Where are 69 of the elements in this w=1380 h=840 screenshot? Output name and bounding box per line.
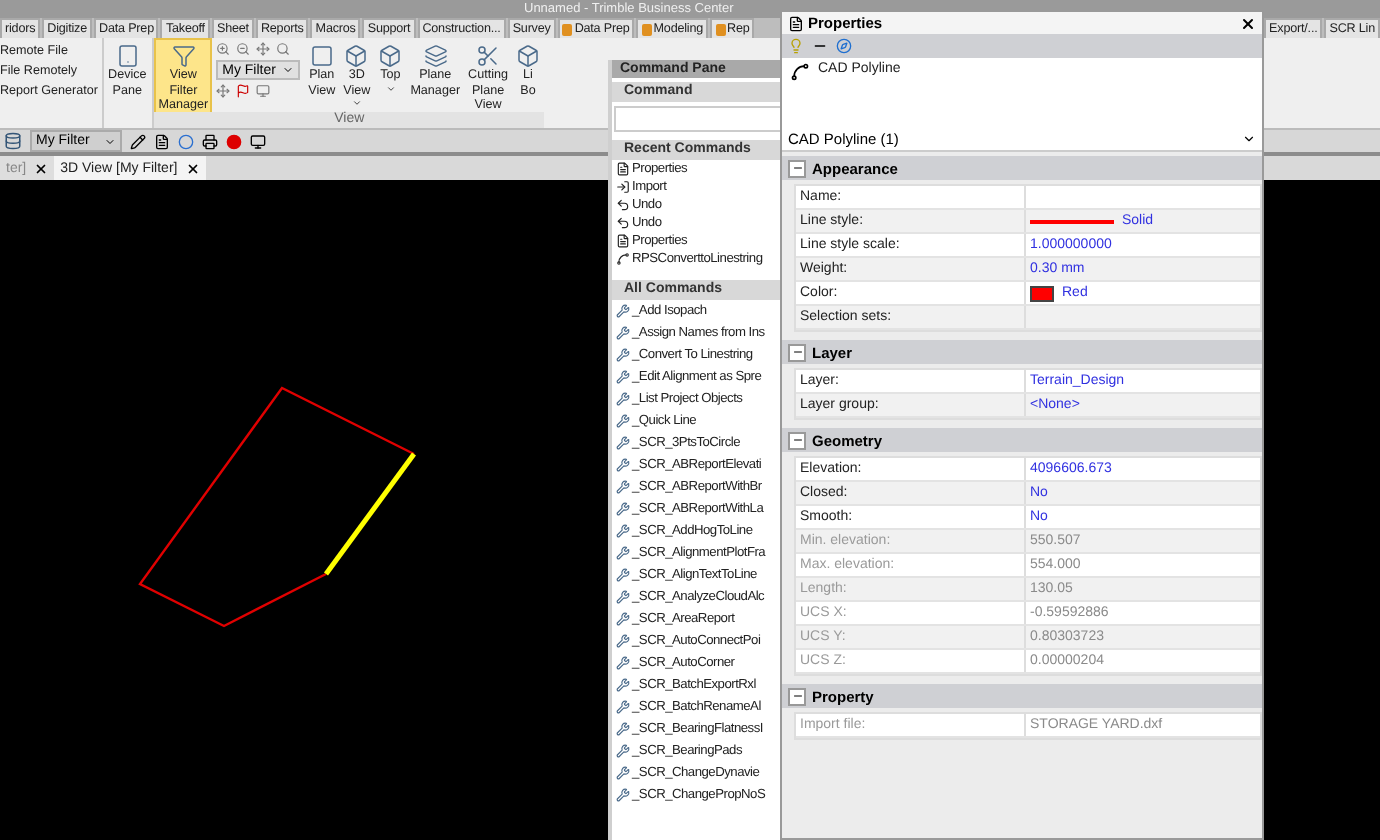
wrench-icon	[616, 568, 630, 582]
circle-icon[interactable]	[178, 133, 194, 149]
document-icon	[616, 162, 630, 176]
monitor-icon[interactable]	[250, 133, 266, 149]
compass-icon[interactable]	[836, 38, 852, 54]
wrench-icon	[616, 612, 630, 626]
document-icon	[788, 15, 804, 31]
wrench-icon	[616, 326, 630, 340]
pan-icon[interactable]	[256, 42, 271, 56]
wrench-icon	[616, 546, 630, 560]
caret-icon	[1242, 131, 1256, 145]
wrench-icon	[616, 678, 630, 692]
wrench-icon	[616, 590, 630, 604]
zoom-in-icon[interactable]	[216, 42, 231, 56]
wrench-icon	[616, 480, 630, 494]
wrench-icon	[616, 634, 630, 648]
wrench-icon	[616, 458, 630, 472]
caret-icon	[351, 98, 362, 108]
layers-icon	[423, 44, 448, 68]
flag-icon[interactable]	[236, 84, 251, 98]
command-input[interactable]	[614, 106, 782, 132]
square-icon	[309, 44, 334, 68]
wrench-icon	[616, 788, 630, 802]
macro-icon	[562, 23, 573, 35]
undo-icon	[616, 216, 630, 230]
wrench-icon	[616, 414, 630, 428]
wrench-icon	[616, 392, 630, 406]
funnel-icon	[171, 44, 196, 68]
scissors-icon	[476, 44, 501, 68]
printer-icon[interactable]	[202, 133, 218, 149]
search-icon[interactable]	[276, 42, 291, 56]
cube-icon	[516, 44, 540, 68]
document-icon[interactable]	[154, 133, 170, 149]
macro-icon	[715, 23, 726, 35]
wrench-icon	[616, 436, 630, 450]
wrench-icon	[616, 370, 630, 384]
wrench-icon	[616, 722, 630, 736]
caret-icon	[282, 64, 295, 76]
polyline-icon	[790, 62, 810, 82]
macro-icon	[641, 23, 652, 35]
curve-icon	[616, 252, 630, 266]
import-icon	[616, 180, 630, 194]
close-icon[interactable]	[1240, 15, 1256, 31]
caret-icon	[104, 135, 116, 147]
caret-icon	[385, 83, 396, 93]
document-icon	[616, 234, 630, 248]
zoom-out-icon[interactable]	[236, 42, 251, 56]
close-icon[interactable]	[185, 161, 200, 175]
wrench-icon	[616, 304, 630, 318]
wrench-icon	[616, 766, 630, 780]
database-icon[interactable]	[4, 132, 22, 150]
cube-icon	[378, 44, 403, 68]
collapse-icon[interactable]	[788, 431, 806, 449]
close-icon[interactable]	[34, 161, 49, 175]
wrench-icon	[616, 348, 630, 362]
wrench-icon	[616, 744, 630, 758]
wrench-icon	[616, 700, 630, 714]
collapse-icon[interactable]	[788, 159, 806, 177]
wrench-icon	[616, 656, 630, 670]
wrench-icon	[616, 524, 630, 538]
collapse-icon[interactable]	[788, 687, 806, 705]
collapse-icon[interactable]	[788, 343, 806, 361]
wrench-icon	[616, 502, 630, 516]
undo-icon	[616, 198, 630, 212]
cube-icon	[344, 44, 369, 68]
pencil-icon[interactable]	[130, 133, 146, 149]
crosshair-icon[interactable]	[216, 84, 231, 98]
record-icon[interactable]	[226, 133, 242, 149]
tablet-icon	[115, 44, 140, 68]
